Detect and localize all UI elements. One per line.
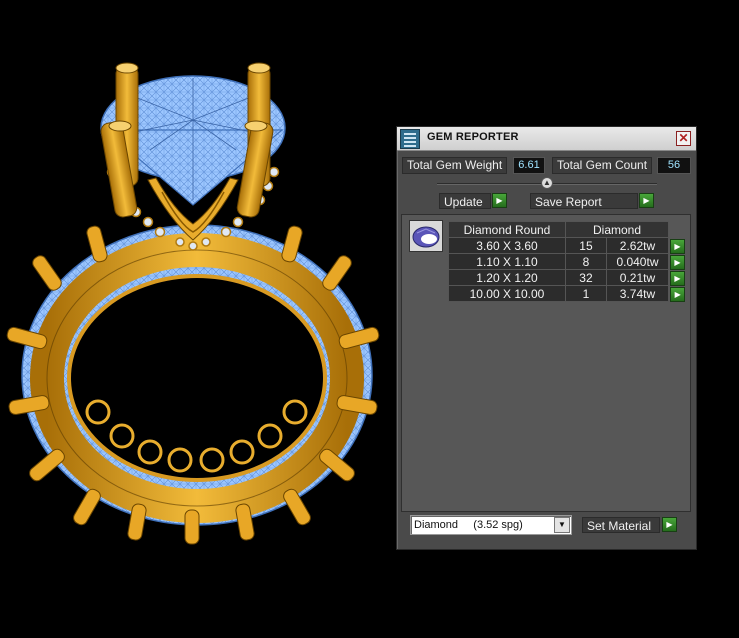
gem-count: 1 bbox=[565, 285, 607, 302]
gem-count: 15 bbox=[565, 237, 607, 254]
row-select-button[interactable]: ▶ bbox=[670, 254, 685, 270]
gem-shape-header: Diamond Round bbox=[448, 221, 566, 238]
gem-table: Diamond Round Diamond 3.60 X 3.60 15 2.6… bbox=[448, 221, 686, 302]
gem-reporter-app-icon bbox=[400, 129, 420, 149]
material-select-value: Diamond (3.52 spg) bbox=[414, 519, 523, 531]
total-gem-weight-label: Total Gem Weight bbox=[402, 157, 508, 174]
dropdown-arrow-icon[interactable]: ▼ bbox=[554, 517, 570, 533]
gem-weight: 2.62tw bbox=[605, 237, 670, 254]
set-material-label: Set Material bbox=[582, 517, 660, 533]
gem-reporter-panel: GEM REPORTER ✕ Total Gem Weight 6.61 Tot… bbox=[396, 126, 697, 550]
gem-weight: 3.74tw bbox=[605, 285, 670, 302]
material-select[interactable]: Diamond (3.52 spg) ▼ bbox=[410, 515, 572, 535]
table-row: 1.20 X 1.20 32 0.21tw ▶ bbox=[448, 269, 686, 286]
row-select-button[interactable]: ▶ bbox=[670, 270, 685, 286]
update-label: Update bbox=[439, 193, 491, 209]
update-button[interactable]: ▶ bbox=[492, 193, 507, 208]
titlebar[interactable]: GEM REPORTER ✕ bbox=[397, 127, 696, 151]
row-select-button[interactable]: ▶ bbox=[670, 238, 685, 254]
gem-material-header: Diamond bbox=[565, 221, 669, 238]
gem-size: 1.10 X 1.10 bbox=[448, 253, 566, 270]
row-select-button[interactable]: ▶ bbox=[670, 286, 686, 302]
panel-title: GEM REPORTER bbox=[427, 131, 519, 143]
gem-count: 8 bbox=[565, 253, 607, 270]
table-row: 10.00 X 10.00 1 3.74tw ▶ bbox=[448, 285, 686, 302]
gem-thumbnail-icon[interactable] bbox=[409, 220, 443, 252]
total-gem-weight-value: 6.61 bbox=[513, 157, 545, 174]
total-gem-count-label: Total Gem Count bbox=[552, 157, 653, 174]
gem-size: 3.60 X 3.60 bbox=[448, 237, 566, 254]
gem-list-area[interactable]: Diamond Round Diamond 3.60 X 3.60 15 2.6… bbox=[401, 214, 691, 512]
collapse-splitter-icon[interactable]: ▲ bbox=[541, 177, 553, 189]
gem-count: 32 bbox=[565, 269, 607, 286]
gem-size: 10.00 X 10.00 bbox=[448, 285, 566, 302]
gem-size: 1.20 X 1.20 bbox=[448, 269, 566, 286]
save-report-label: Save Report bbox=[530, 193, 638, 209]
total-gem-count-value: 56 bbox=[657, 157, 691, 174]
set-material-button[interactable]: ▶ bbox=[662, 517, 677, 532]
table-row: 3.60 X 3.60 15 2.62tw ▶ bbox=[448, 237, 686, 254]
gem-weight: 0.21tw bbox=[605, 269, 670, 286]
save-report-button[interactable]: ▶ bbox=[639, 193, 654, 208]
close-icon[interactable]: ✕ bbox=[676, 131, 691, 146]
gem-weight: 0.040tw bbox=[605, 253, 670, 270]
table-row: 1.10 X 1.10 8 0.040tw ▶ bbox=[448, 253, 686, 270]
